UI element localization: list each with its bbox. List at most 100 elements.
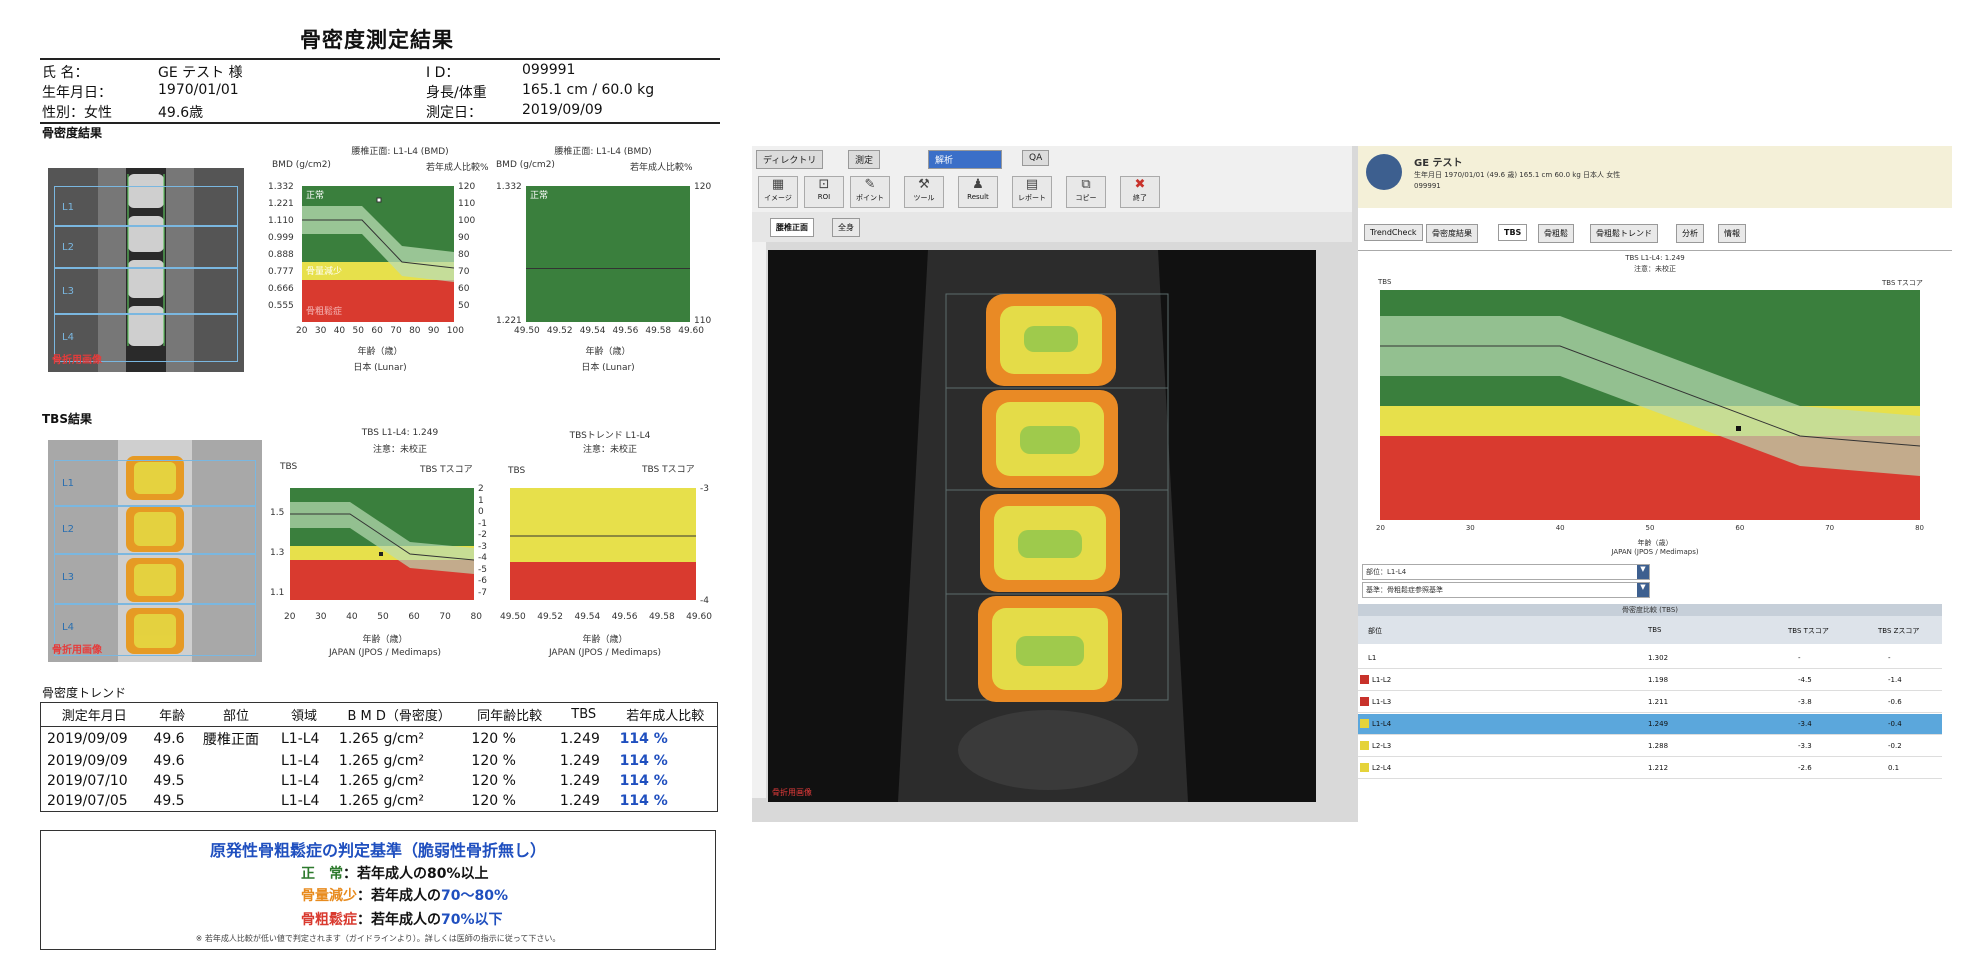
tbs-age-chart [290,488,475,600]
tbs-trend-note: 注意：未校正 [582,445,637,455]
point-icon: ✎ [864,177,876,192]
color-swatch [1360,697,1369,706]
table-row[interactable]: L2-L3 1.288 -3.3 -0.2 [1358,736,1942,757]
criteria-normal-text: ：若年成人の80%以上 [343,866,489,882]
tab-whole-body[interactable]: 全身 [832,218,860,237]
cell-t: -4.5 [1798,676,1812,684]
tool-label: イメージ [764,194,792,202]
patient-details: 生年月日 1970/01/01 (49.6 歳) 165.1 cm 60.0 k… [1414,171,1621,179]
tbs-scan-graphic [768,250,1316,802]
y2tick: 1 [478,495,484,506]
bmd-trend-y2top: 120 [694,182,712,192]
bmd-trend-ytop: 1.332 [496,182,522,192]
exit-button[interactable]: ✖ 終了 [1120,176,1160,208]
zone-label-osteopenia: 骨量減少 [306,267,343,277]
criteria-osteopenia-range: 70～80% [441,888,508,904]
cell-age-match: 120 % [471,731,516,747]
copy-button[interactable]: ⧉ コピー [1066,176,1106,208]
image-tag: 骨折用画像 [52,355,102,366]
cell-z: 0.1 [1888,764,1900,772]
table-row[interactable]: L1-L3 1.211 -3.8 -0.6 [1358,692,1942,713]
tbs-chart-source: JAPAN (JPOS / Medimaps) [328,648,442,658]
bmd-y2ticks: 120 110 100 90 80 70 60 50 [458,182,482,318]
densitometry-app-window: ディレクトリ 測定 解析 QA ▦ イメージ ⊡ ROI ✎ ポイント ⚒ ツール ♟ R… [752,146,1952,822]
tbs-chart-y2label: TBS Tスコア [420,465,473,475]
dob-label: 生年月日： [42,85,112,101]
table-row[interactable]: L1 1.302 - - [1358,648,1942,669]
patient-header: GE テスト 生年月日 1970/01/01 (49.6 歳) 165.1 cm… [1358,146,1952,208]
tbs-trend-chart [510,488,696,600]
tool-icon: ⚒ [918,177,930,192]
region-select[interactable]: 部位：L1-L4 ▼ [1362,564,1650,580]
xtick: 49.52 [537,612,563,622]
xtick: 30 [1465,524,1475,532]
criteria-note: ※ 若年成人比較が低い値で判定されます（ガイドラインより）。詳しくは医師の指示に… [195,934,561,943]
cell-region: L1-L4 [281,753,320,769]
report-button[interactable]: ▤ レポート [1012,176,1052,208]
criteria-osteoporosis: 骨粗鬆症：若年成人の70%以下 [301,909,503,929]
xtick: 40 [333,326,346,336]
bmd-trend-y2bottom: 110 [694,316,712,326]
tbs-trend-ylabel: TBS [508,466,526,476]
y2tick: 120 [458,182,476,192]
tab-osteo[interactable]: 骨粗鬆 [1538,224,1574,243]
cell-young-adult: 114 % [619,731,668,747]
tab-info[interactable]: 情報 [1718,224,1746,243]
tbs-scan-viewer[interactable]: 骨折用画像 [768,250,1316,802]
cell-age-match: 120 % [471,793,516,809]
y2tick: 60 [458,284,470,294]
side-strip [752,242,766,798]
image-button[interactable]: ▦ イメージ [758,176,798,208]
cell-tbs: 1.249 [559,753,600,769]
tab-analysis[interactable]: 解析 [928,150,1002,169]
cell-young-adult: 114 % [619,773,668,789]
report-icon: ▤ [1025,177,1039,192]
tbs-trend-xlabel: 年齢（歳） [582,635,628,645]
roi-button[interactable]: ⊡ ROI [804,176,844,208]
xtick: 40 [1555,524,1565,532]
tab-qa[interactable]: QA [1022,150,1050,166]
result-button[interactable]: ♟ Result [958,176,998,208]
table-row[interactable]: L1-L4 1.249 -3.4 -0.4 [1358,714,1942,735]
y2tick: -2 [478,530,487,540]
xtick: 20 [284,612,296,622]
chart-title: TBS L1-L4: 1.249 [1625,254,1685,262]
bmd-trend-ylabel: BMD (g/cm2) [496,160,555,170]
patient-name: GE テスト [1414,158,1463,169]
tools-button[interactable]: ⚒ ツール [904,176,944,208]
color-swatch [1360,763,1369,772]
patient-name: GE テスト 様 [158,65,243,81]
table-row[interactable]: L1-L2 1.198 -4.5 -1.4 [1358,670,1942,691]
cell-bmd: 1.265 g/cm² [338,793,425,809]
trend-section-title: 骨密度トレンド [42,686,127,700]
tab-directory[interactable]: ディレクトリ [756,150,824,169]
measure-date: 2019/09/09 [522,102,603,118]
tab-lumbar-ap[interactable]: 腰椎正面 [770,218,814,237]
tab-trendcheck[interactable]: TrendCheck [1364,224,1423,241]
point-button[interactable]: ✎ ポイント [850,176,890,208]
vertebra-label: L4 [62,622,74,633]
chart-y2label: TBS Tスコア [1882,279,1923,287]
cell-z: -0.6 [1888,698,1902,706]
y2tick: 80 [458,250,470,260]
name-label: 氏 名： [42,65,89,81]
col-site: 部位 [196,703,275,727]
reference-select[interactable]: 基準：骨粗鬆症参照基準 ▼ [1362,582,1650,598]
chart-xticks: 20 30 40 50 60 70 80 [1376,524,1924,532]
cell-tbs: 1.198 [1648,676,1669,684]
date-label: 測定日： [426,105,482,121]
col-region: 部位 [1368,627,1382,635]
table-row[interactable]: L2-L4 1.212 -2.6 0.1 [1358,758,1942,779]
tab-analysis[interactable]: 分析 [1676,224,1704,243]
tab-osteo-trend[interactable]: 骨粗鬆トレンド [1590,224,1658,243]
tool-label: 終了 [1133,194,1147,202]
cell-age: 49.6 [153,731,185,747]
result-pane: GE テスト 生年月日 1970/01/01 (49.6 歳) 165.1 cm… [1358,146,1952,822]
tab-measure[interactable]: 測定 [848,150,881,169]
tool-label: Result [967,193,989,201]
tab-bmd-result[interactable]: 骨密度結果 [1426,224,1478,243]
xtick: 49.60 [686,612,712,622]
chart-note: 注意：未校正 [1634,265,1676,273]
col-young-adult: 若年成人比較 [613,703,717,727]
tab-tbs[interactable]: TBS [1498,224,1528,241]
